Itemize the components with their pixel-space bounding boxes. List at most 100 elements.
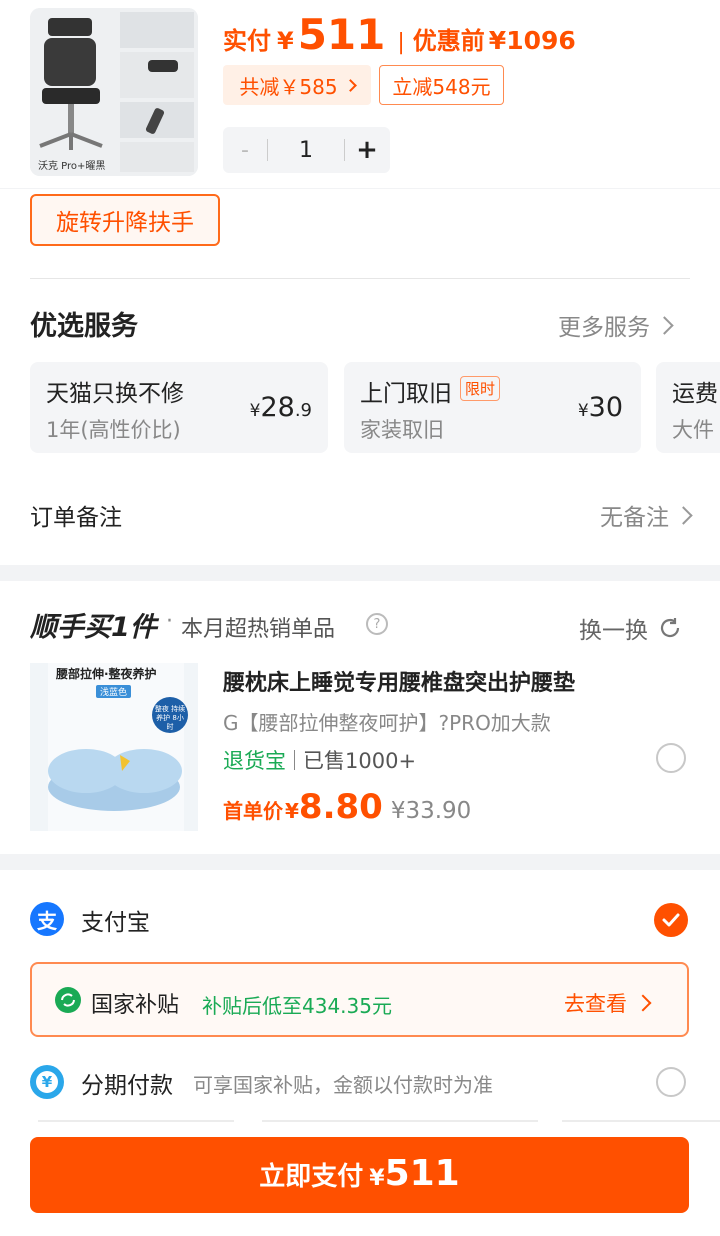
order-note-row[interactable]: 订单备注 无备注	[30, 490, 693, 540]
chevron-right-icon	[674, 505, 693, 525]
discount-total-chip[interactable]: 共减￥585	[223, 65, 371, 105]
pay-now-currency: ¥	[369, 1166, 385, 1191]
addon-product-image[interactable]: 腰部拉伸·整夜养护 浅蓝色 整夜 持续养护 8小时	[30, 663, 198, 831]
swap-label: 换一换	[579, 618, 648, 644]
addon-dot: ·	[166, 609, 173, 634]
product-thumbnail[interactable]: 沃克 Pro+曜黑	[30, 8, 198, 176]
image-text-headline: 腰部拉伸·整夜养护	[56, 667, 157, 681]
more-services-link[interactable]: 更多服务	[558, 308, 674, 342]
installment-row[interactable]: ¥ 分期付款 可享国家补贴，金额以付款时为准	[30, 1065, 690, 1099]
pay-price: 511	[297, 10, 386, 59]
quantity-stepper: - 1 +	[223, 127, 390, 173]
tag-divider	[294, 750, 295, 770]
payment-section: 支 支付宝 国家补贴 补贴后低至434.35元 去查看 ¥ 分期付款 可享国家补…	[0, 870, 720, 1236]
subsidy-box[interactable]: 国家补贴 补贴后低至434.35元 去查看	[30, 962, 689, 1037]
instant-discount-chip: 立减548元	[379, 65, 504, 105]
service-card-subtitle: 大件	[672, 418, 714, 442]
subsidy-text: 补贴后低至434.35元	[202, 994, 392, 1018]
before-label: 优惠前	[412, 27, 485, 55]
divider	[30, 278, 690, 279]
service-card-price: ¥ 28 .9	[250, 392, 312, 423]
first-order-price: 8.80	[298, 787, 383, 827]
pay-now-amount: 511	[384, 1153, 460, 1194]
help-icon[interactable]: ?	[366, 613, 388, 635]
limited-badge: 限时	[460, 376, 501, 401]
option-edge	[38, 1120, 234, 1122]
office-chair-image	[30, 8, 198, 176]
return-tag: 退货宝	[223, 749, 286, 773]
before-price: ¥1096	[488, 26, 576, 55]
option-chip-label: 旋转升降扶手	[56, 210, 194, 236]
discount-total-text: 共减￥585	[239, 74, 338, 99]
services-title: 优选服务	[30, 311, 138, 342]
price-separator: |	[397, 30, 405, 55]
pay-currency: ¥	[277, 27, 294, 55]
quantity-value[interactable]: 1	[268, 138, 344, 163]
first-order-label: 首单价	[223, 799, 283, 823]
pay-now-button[interactable]: 立即支付 ¥ 511	[30, 1137, 689, 1213]
price-decimal: .9	[294, 400, 312, 421]
quantity-plus-button[interactable]: +	[345, 135, 389, 165]
price-currency: ¥	[249, 401, 261, 421]
service-card-subtitle: 家装取旧	[360, 418, 444, 442]
order-note-value: 无备注	[600, 505, 669, 531]
instant-discount-text: 立减548元	[392, 74, 491, 99]
addon-section: 顺手买1件 · 本月超热销单品 ? 换一换 腰部拉伸·整夜养护 浅蓝色 整夜 持…	[0, 581, 720, 854]
addon-subtitle: 本月超热销单品	[181, 617, 336, 642]
addon-currency: ¥	[285, 799, 299, 823]
order-note-value-wrap: 无备注	[600, 498, 693, 532]
order-note-label: 订单备注	[30, 505, 122, 531]
refresh-icon	[658, 616, 682, 640]
installment-desc: 可享国家补贴，金额以付款时为准	[193, 1073, 493, 1097]
option-chip-armrest[interactable]: 旋转升降扶手	[30, 194, 220, 246]
installment-radio[interactable]	[656, 1067, 686, 1097]
service-card-freight[interactable]: 运费 大件	[656, 362, 720, 453]
alipay-icon: 支	[30, 902, 64, 936]
alipay-row[interactable]: 支 支付宝	[30, 902, 690, 937]
yen-glyph-icon: ¥	[36, 1071, 58, 1093]
original-price: ¥33.90	[390, 798, 472, 824]
service-card-exchange[interactable]: 天猫只换不修 1年(高性价比) ¥ 28 .9	[30, 362, 328, 453]
service-card-title: 运费	[672, 381, 718, 407]
pay-now-label: 立即支付	[259, 1162, 364, 1192]
addon-brand: 顺手买1件	[30, 612, 157, 643]
installment-options-hint	[30, 1120, 720, 1124]
thumbnail-caption: 沃克 Pro+曜黑	[38, 161, 106, 172]
product-section: 沃克 Pro+曜黑 实付 ¥ 511 | 优惠前 ¥1096 共减￥585 立减…	[0, 0, 720, 188]
option-edge	[562, 1120, 720, 1122]
selected-check-icon	[654, 903, 688, 937]
alipay-label: 支付宝	[81, 910, 150, 936]
service-card-price: ¥ 30	[578, 392, 623, 423]
addon-title[interactable]: 腰枕床上睡觉专用腰椎盘突出护腰垫	[223, 665, 575, 697]
more-services-label: 更多服务	[558, 315, 650, 341]
service-card-pickup-old[interactable]: 上门取旧 限时 家装取旧 ¥ 30	[344, 362, 641, 453]
subsidy-icon	[55, 987, 81, 1013]
image-text-color: 浅蓝色	[96, 685, 132, 698]
subsidy-link[interactable]: 去查看	[564, 988, 652, 1018]
installment-icon: ¥	[30, 1065, 64, 1099]
price-integer: 30	[588, 392, 623, 423]
chevron-right-icon	[655, 315, 674, 335]
swap-button[interactable]: 换一换	[579, 611, 682, 645]
option-edge	[262, 1120, 538, 1122]
price-row: 实付 ¥ 511 | 优惠前 ¥1096	[223, 10, 576, 60]
service-card-subtitle: 1年(高性价比)	[46, 418, 181, 442]
price-currency: ¥	[577, 401, 589, 421]
image-text-badge: 整夜 持续养护 8小时	[154, 705, 186, 731]
quantity-minus-button[interactable]: -	[223, 138, 267, 163]
service-card-title: 天猫只换不修	[46, 381, 184, 407]
installment-label: 分期付款	[81, 1073, 173, 1099]
addon-spec: G【腰部拉伸整夜呵护】?PRO加大款	[223, 711, 551, 735]
addon-tags: 退货宝 已售1000+	[223, 745, 416, 775]
addon-price-row: 首单价 ¥ 8.80 ¥33.90	[223, 787, 471, 827]
service-card-title: 上门取旧	[360, 381, 452, 407]
price-integer: 28	[260, 392, 295, 423]
chevron-right-icon	[343, 78, 357, 92]
addon-select-radio[interactable]	[656, 743, 686, 773]
help-icon-glyph: ?	[373, 616, 381, 632]
sold-count: 已售1000+	[303, 749, 417, 773]
pay-label: 实付	[223, 27, 271, 55]
chevron-right-icon	[634, 994, 652, 1012]
subsidy-link-label: 去查看	[564, 992, 627, 1016]
subsidy-label: 国家补贴	[91, 993, 180, 1018]
